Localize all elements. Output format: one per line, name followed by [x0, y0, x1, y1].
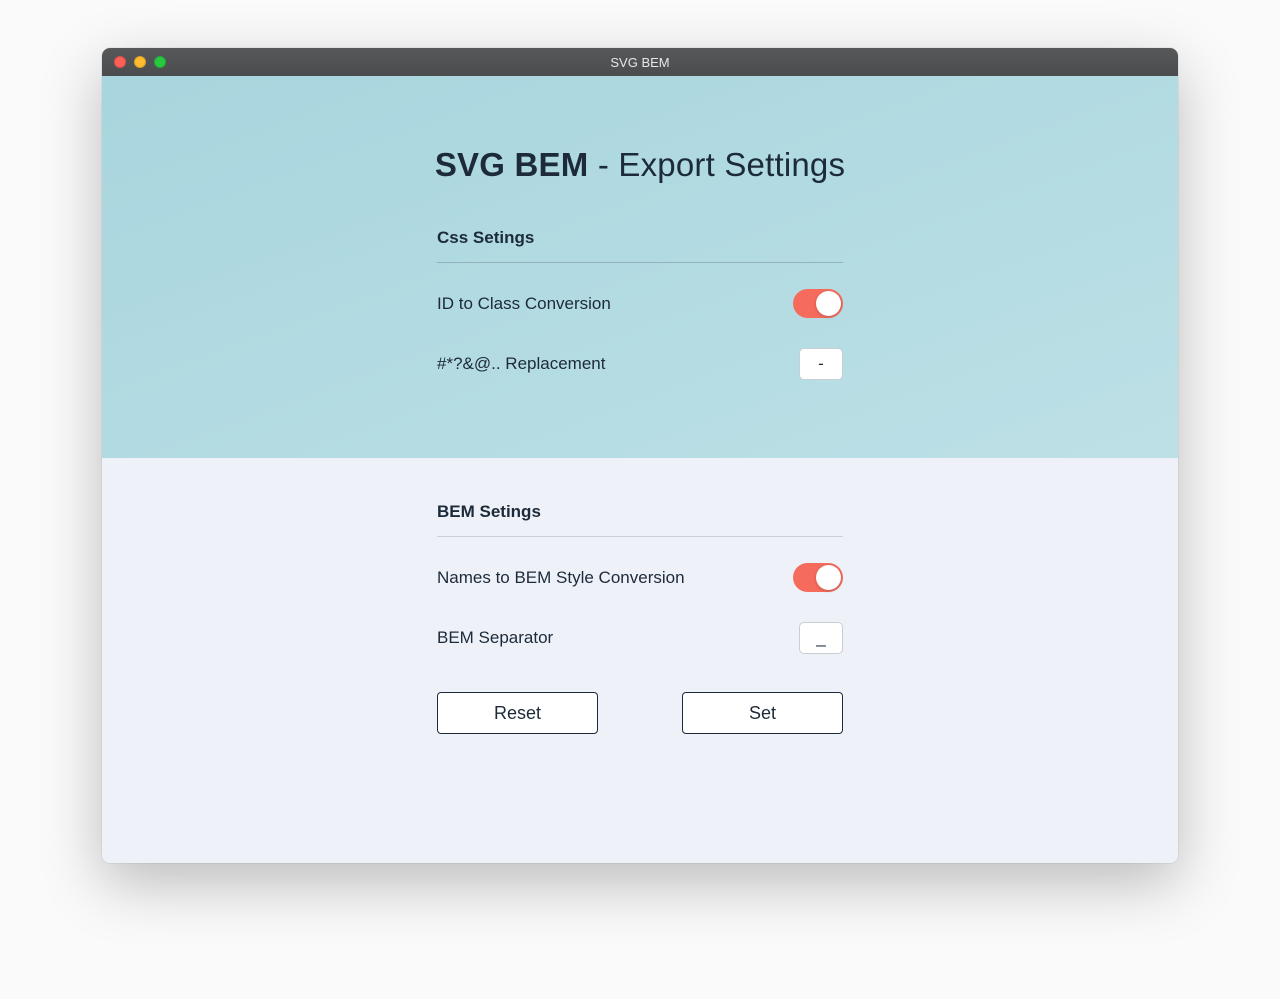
bem-separator-input[interactable] — [799, 622, 843, 654]
reset-button[interactable]: Reset — [437, 692, 598, 734]
bem-settings-heading: BEM Setings — [437, 502, 843, 537]
css-settings-heading: Css Setings — [437, 228, 843, 263]
bem-section-area: BEM Setings Names to BEM Style Conversio… — [102, 458, 1178, 863]
setting-label: Names to BEM Style Conversion — [437, 568, 685, 588]
setting-row-replacement: #*?&@.. Replacement — [437, 348, 843, 380]
setting-row-id-to-class: ID to Class Conversion — [437, 289, 843, 318]
bem-settings-block: BEM Setings Names to BEM Style Conversio… — [437, 502, 843, 734]
traffic-lights — [102, 56, 166, 68]
toggle-knob-icon — [816, 565, 841, 590]
setting-row-bem-conversion: Names to BEM Style Conversion — [437, 563, 843, 592]
css-settings-block: Css Setings ID to Class Conversion #*?&@… — [437, 228, 843, 410]
set-button[interactable]: Set — [682, 692, 843, 734]
page-title: SVG BEM - Export Settings — [435, 146, 845, 184]
setting-label: BEM Separator — [437, 628, 553, 648]
titlebar: SVG BEM — [102, 48, 1178, 76]
page-title-strong: SVG BEM — [435, 146, 589, 183]
maximize-icon[interactable] — [154, 56, 166, 68]
bem-conversion-toggle[interactable] — [793, 563, 843, 592]
content: SVG BEM - Export Settings Css Setings ID… — [102, 76, 1178, 863]
toggle-knob-icon — [816, 291, 841, 316]
close-icon[interactable] — [114, 56, 126, 68]
replacement-input[interactable] — [799, 348, 843, 380]
setting-row-bem-separator: BEM Separator — [437, 622, 843, 654]
button-row: Reset Set — [437, 692, 843, 734]
id-to-class-toggle[interactable] — [793, 289, 843, 318]
setting-label: #*?&@.. Replacement — [437, 354, 605, 374]
hero-section: SVG BEM - Export Settings Css Setings ID… — [102, 76, 1178, 458]
app-window: SVG BEM SVG BEM - Export Settings Css Se… — [102, 48, 1178, 863]
minimize-icon[interactable] — [134, 56, 146, 68]
setting-label: ID to Class Conversion — [437, 294, 611, 314]
page-title-rest: - Export Settings — [598, 146, 845, 183]
window-title: SVG BEM — [102, 55, 1178, 70]
